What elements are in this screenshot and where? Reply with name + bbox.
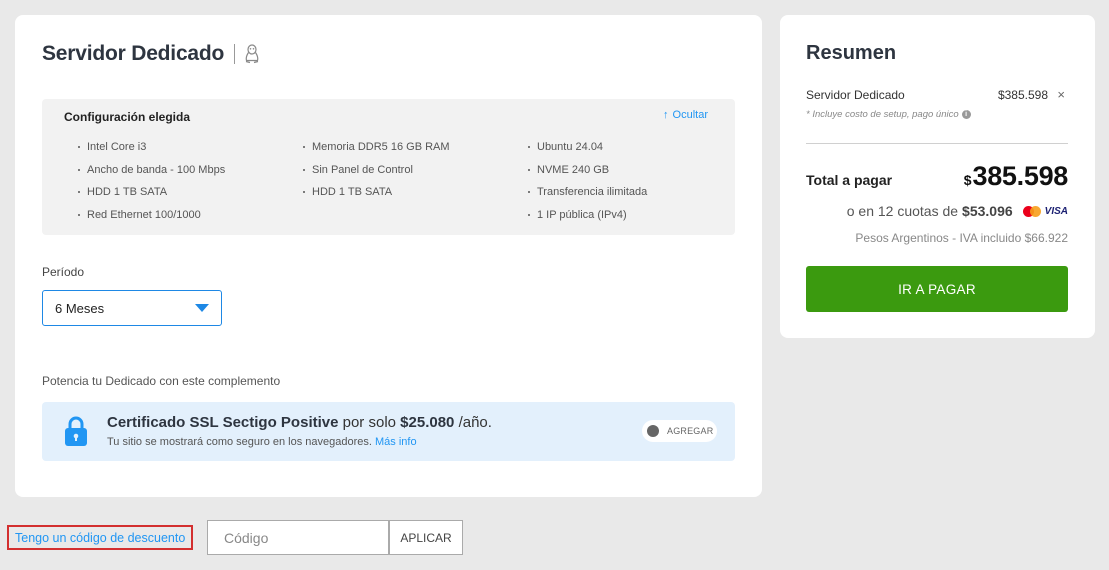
setup-note: * Incluye costo de setup, pago único i: [806, 109, 971, 120]
remove-item-icon[interactable]: ×: [1057, 87, 1065, 102]
discount-code-link[interactable]: Tengo un código de descuento: [7, 525, 194, 550]
total-amount: $ 385.598: [963, 161, 1069, 192]
discount-code-input[interactable]: [207, 520, 389, 555]
spec-item: Memoria DDR5 16 GB RAM: [303, 141, 450, 164]
total-value: 385.598: [972, 161, 1069, 191]
spec-item: Ancho de banda - 100 Mbps: [78, 164, 225, 187]
summary-title: Resumen: [806, 42, 897, 64]
summary-item-price: $385.598: [997, 88, 1048, 102]
mastercard-icon: [1022, 205, 1041, 217]
period-select[interactable]: 6 Meses: [42, 290, 222, 326]
spec-item: HDD 1 TB SATA: [78, 186, 225, 209]
total-currency: $: [963, 172, 972, 188]
spec-item: Ubuntu 24.04: [528, 141, 647, 164]
spec-item: Red Ethernet 100/1000: [78, 209, 225, 232]
info-icon[interactable]: i: [961, 110, 971, 119]
spec-item: Intel Core i3: [78, 141, 225, 164]
hide-configuration-link[interactable]: ↑ Ocultar: [663, 109, 708, 121]
toggle-label: AGREGAR: [667, 426, 714, 436]
spec-column-3: Ubuntu 24.04 NVME 240 GB Transferencia i…: [528, 141, 647, 231]
spec-item: HDD 1 TB SATA: [303, 186, 450, 209]
addon-price-prefix: por solo: [342, 414, 396, 431]
addon-price: $25.080: [400, 414, 455, 431]
spec-item: Sin Panel de Control: [303, 164, 450, 187]
caret-down-icon: [195, 304, 209, 312]
spec-item: Transferencia ilimitada: [528, 186, 647, 209]
addon-description-text: Tu sitio se mostrará como seguro en los …: [107, 436, 372, 448]
add-addon-toggle[interactable]: AGREGAR: [642, 420, 717, 442]
installments-text: o en 12 cuotas de: [846, 203, 959, 219]
setup-note-text: * Incluye costo de setup, pago único: [806, 109, 959, 120]
apply-discount-button[interactable]: APLICAR: [389, 520, 463, 555]
summary-divider: [806, 143, 1068, 144]
spec-item: NVME 240 GB: [528, 164, 647, 187]
arrow-up-icon: ↑: [663, 109, 669, 121]
configuration-panel: Configuración elegida ↑ Ocultar Intel Co…: [42, 99, 735, 235]
order-summary-card: Resumen Servidor Dedicado $385.598 × * I…: [780, 15, 1095, 338]
installments: o en 12 cuotas de $53.096 VISA: [847, 203, 1068, 219]
product-title: Servidor Dedicado: [42, 42, 225, 65]
more-info-link[interactable]: Más info: [375, 436, 417, 448]
summary-item-name: Servidor Dedicado: [806, 88, 905, 102]
period-label: Período: [42, 265, 85, 279]
product-header: Servidor Dedicado: [42, 42, 260, 66]
addon-title: Certificado SSL Sectigo Positive por sol…: [107, 414, 492, 431]
spec-item: 1 IP pública (IPv4): [528, 209, 647, 232]
addon-section-label: Potencia tu Dedicado con este complement…: [42, 374, 281, 388]
spec-column-2: Memoria DDR5 16 GB RAM Sin Panel de Cont…: [303, 141, 450, 209]
pay-button[interactable]: IR A PAGAR: [806, 266, 1068, 312]
total-label: Total a pagar: [806, 172, 893, 188]
addon-price-suffix: /año.: [458, 414, 492, 431]
installments-amount: $53.096: [962, 203, 1013, 219]
spec-column-1: Intel Core i3 Ancho de banda - 100 Mbps …: [78, 141, 225, 231]
toggle-knob-icon: [647, 425, 659, 437]
currency-tax-note: Pesos Argentinos - IVA incluido $66.922: [855, 231, 1068, 245]
lock-icon: [64, 415, 88, 447]
product-card: Servidor Dedicado Configuración elegida …: [15, 15, 762, 497]
period-selected-value: 6 Meses: [55, 300, 105, 316]
ssl-addon-card: Certificado SSL Sectigo Positive por sol…: [42, 402, 735, 461]
linux-penguin-icon: [244, 44, 260, 64]
addon-description: Tu sitio se mostrará como seguro en los …: [107, 436, 417, 448]
configuration-title: Configuración elegida: [64, 110, 191, 124]
hide-label: Ocultar: [672, 109, 708, 121]
visa-icon: VISA: [1044, 205, 1068, 217]
title-divider: [234, 44, 236, 64]
addon-name: Certificado SSL Sectigo Positive: [107, 414, 339, 431]
